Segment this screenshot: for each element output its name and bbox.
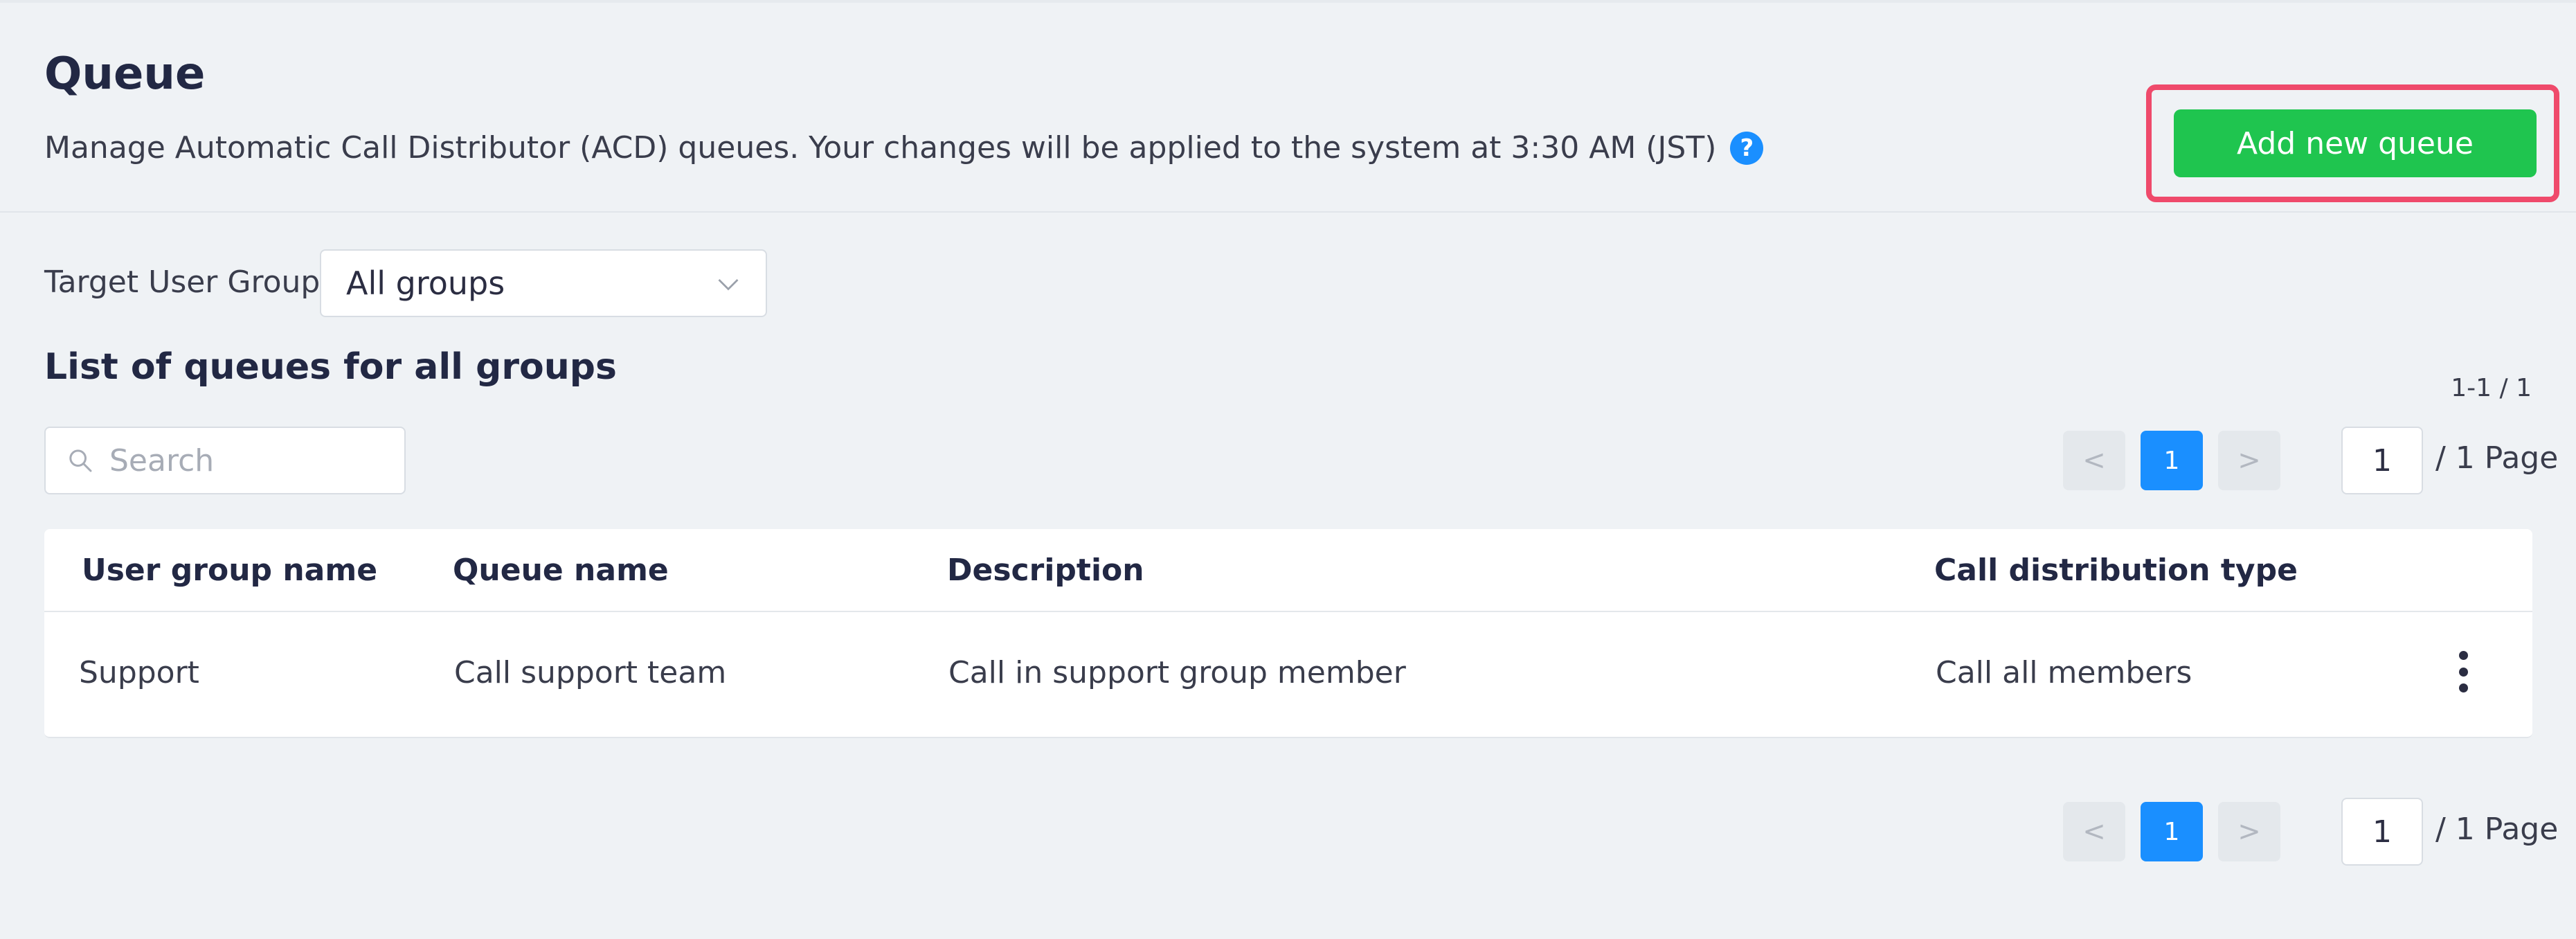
- cell-description: Call in support group member: [948, 655, 1406, 690]
- column-description: Description: [947, 553, 1144, 588]
- column-queue-name: Queue name: [453, 553, 669, 588]
- column-user-group-name: User group name: [82, 553, 378, 588]
- next-page-button[interactable]: >: [2218, 431, 2280, 490]
- subtitle-text: Manage Automatic Call Distributor (ACD) …: [44, 130, 1717, 166]
- page-number-input[interactable]: [2341, 798, 2423, 866]
- more-options-icon[interactable]: [2456, 651, 2470, 692]
- chevron-down-icon: [718, 279, 739, 291]
- help-icon[interactable]: ?: [1730, 131, 1764, 165]
- table-header: User group name Queue name Description C…: [44, 529, 2532, 612]
- search-box[interactable]: [44, 427, 406, 494]
- prev-page-button[interactable]: <: [2063, 431, 2125, 490]
- queue-table: User group name Queue name Description C…: [44, 529, 2532, 738]
- target-user-group-label: Target User Group: [44, 265, 321, 300]
- page-header: Queue Manage Automatic Call Distributor …: [0, 0, 2576, 213]
- cell-queue-name: Call support team: [454, 655, 727, 690]
- table-row[interactable]: Support Call support team Call in suppor…: [44, 614, 2532, 738]
- page-1-button[interactable]: 1: [2141, 802, 2203, 861]
- column-call-distribution-type: Call distribution type: [1934, 553, 2298, 588]
- search-icon: [69, 449, 92, 472]
- next-page-button[interactable]: >: [2218, 802, 2280, 861]
- add-new-queue-button[interactable]: Add new queue: [2174, 109, 2537, 177]
- page-total: / 1 Page: [2435, 812, 2559, 847]
- search-input[interactable]: [109, 442, 400, 479]
- result-count: 1-1 / 1: [2451, 374, 2532, 402]
- pagination-top: < 1 > / 1 Page: [2063, 427, 2558, 494]
- page-total: / 1 Page: [2435, 440, 2559, 476]
- pagination-bottom: < 1 > / 1 Page: [2063, 798, 2558, 866]
- cell-distribution-type: Call all members: [1936, 655, 2192, 690]
- cell-user-group: Support: [79, 655, 199, 690]
- target-user-group-select[interactable]: All groups: [320, 249, 767, 317]
- page-number-input[interactable]: [2341, 427, 2423, 494]
- page-subtitle: Manage Automatic Call Distributor (ACD) …: [44, 130, 1764, 166]
- select-value: All groups: [346, 265, 505, 302]
- page-1-button[interactable]: 1: [2141, 431, 2203, 490]
- page-title: Queue: [44, 48, 206, 100]
- list-title: List of queues for all groups: [44, 346, 617, 388]
- prev-page-button[interactable]: <: [2063, 802, 2125, 861]
